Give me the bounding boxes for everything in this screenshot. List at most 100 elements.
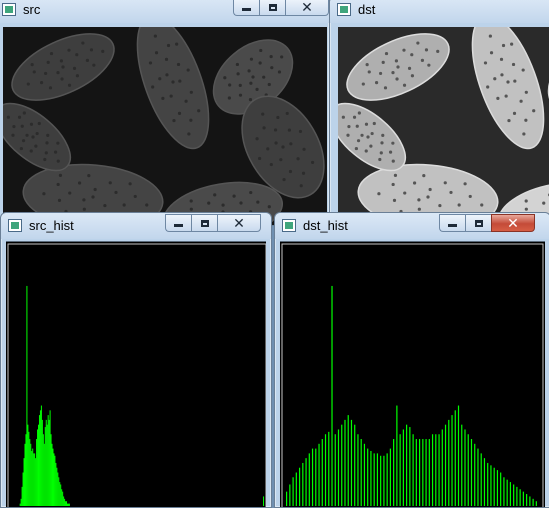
hist-bar xyxy=(474,443,476,506)
grain-pore xyxy=(420,58,425,62)
grain-pore xyxy=(364,149,368,153)
grain-pore xyxy=(511,62,516,67)
grain-pore xyxy=(391,159,395,163)
hist-bar xyxy=(360,439,362,506)
grain-pore xyxy=(402,48,406,52)
grain-pore xyxy=(372,121,376,126)
dst-hist-titlebar[interactable]: dst_hist ✕ xyxy=(275,213,549,239)
src-maximize-button[interactable] xyxy=(259,0,285,16)
dst-image xyxy=(338,27,549,225)
grain-pore xyxy=(542,201,546,205)
grain-pore xyxy=(89,48,94,52)
hist-bar xyxy=(526,494,528,506)
hist-bar xyxy=(34,453,36,506)
dst-hist-minimize-button[interactable] xyxy=(439,214,465,232)
src-hist-window[interactable]: src_hist ✕ xyxy=(0,212,272,508)
grain-pore xyxy=(267,82,271,87)
src-close-button[interactable]: ✕ xyxy=(285,0,329,16)
grain-pore xyxy=(488,34,492,38)
grain-pore xyxy=(277,70,282,74)
hist-bar xyxy=(61,489,63,506)
grain-pore xyxy=(87,173,91,178)
grain-pore xyxy=(417,198,421,202)
hist-bar xyxy=(38,415,40,506)
grain-pore xyxy=(22,111,26,115)
src-minimize-button[interactable] xyxy=(233,0,259,16)
hist-bar xyxy=(324,434,327,506)
grain-pore xyxy=(361,82,365,86)
grain-pore xyxy=(285,111,289,116)
grain-pore xyxy=(164,57,169,61)
hist-bar xyxy=(263,496,265,506)
hist-bar xyxy=(415,439,417,506)
hist-bar xyxy=(26,285,28,506)
hist-bar xyxy=(357,434,359,506)
hist-bar xyxy=(42,434,44,506)
grain-pore xyxy=(11,133,15,137)
grain-pore xyxy=(391,141,395,145)
hist-bar xyxy=(347,415,349,506)
dst-window-title: dst xyxy=(358,2,376,17)
hist-bar xyxy=(464,429,466,506)
src-hist-close-button[interactable]: ✕ xyxy=(217,214,261,232)
hist-bar xyxy=(344,419,346,506)
hist-bar xyxy=(444,424,447,506)
grain-pore xyxy=(524,118,528,122)
grain-pore xyxy=(391,71,395,75)
src-hist-chart xyxy=(6,241,266,507)
hist-bar xyxy=(54,455,56,506)
src-hist-maximize-button[interactable] xyxy=(191,214,217,232)
src-image-area xyxy=(3,27,327,225)
grain-pore xyxy=(395,77,399,81)
hist-bar xyxy=(532,498,534,506)
src-window[interactable]: src ✕ xyxy=(0,0,330,226)
grain-pore xyxy=(32,70,36,74)
grain-pore xyxy=(281,145,285,149)
dst-hist-maximize-button[interactable] xyxy=(465,214,491,232)
grain-pore xyxy=(12,125,16,129)
grain-pore xyxy=(175,42,179,46)
grain-pore xyxy=(238,93,243,97)
grain-pore xyxy=(43,157,47,162)
grain-pore xyxy=(39,81,44,85)
grain-pore xyxy=(29,122,34,126)
grain-pore xyxy=(46,133,50,137)
hist-bar xyxy=(53,453,55,506)
hist-bar xyxy=(441,429,443,506)
grain-pore xyxy=(213,193,217,197)
dst-hist-window[interactable]: dst_hist ✕ xyxy=(274,212,549,508)
src-hist-window-controls: ✕ xyxy=(165,214,261,234)
maximize-icon xyxy=(268,3,277,11)
grain-pore xyxy=(75,74,80,78)
maximize-icon xyxy=(200,219,209,227)
src-titlebar[interactable]: src ✕ xyxy=(0,0,329,23)
grain-pore xyxy=(298,129,303,134)
grain-pore xyxy=(35,131,39,136)
app-icon xyxy=(8,219,22,232)
grain-pore xyxy=(53,150,58,154)
grain-pore xyxy=(44,71,48,76)
grain-pore xyxy=(356,139,361,143)
hist-bar xyxy=(341,424,343,506)
grain-pore xyxy=(438,203,442,208)
hist-bar xyxy=(48,419,50,506)
grain-pore xyxy=(133,194,137,199)
grain-pore xyxy=(501,43,506,48)
dst-hist-close-button[interactable]: ✕ xyxy=(491,214,535,232)
hist-bar xyxy=(389,448,391,506)
grain-pore xyxy=(249,190,253,195)
dst-window[interactable]: dst xyxy=(329,0,549,226)
dst-titlebar[interactable]: dst xyxy=(330,0,549,23)
src-hist-titlebar[interactable]: src_hist ✕ xyxy=(1,213,271,239)
hist-bar xyxy=(529,496,531,506)
grain-pore xyxy=(258,61,262,65)
hist-bar xyxy=(321,439,323,506)
grain-pore xyxy=(20,124,24,128)
grain-pore xyxy=(463,182,467,186)
grain-pore xyxy=(392,198,397,202)
hist-bar xyxy=(37,429,39,506)
grain-pore xyxy=(44,151,48,155)
minimize-icon xyxy=(242,8,251,11)
src-hist-minimize-button[interactable] xyxy=(165,214,191,232)
grain-pore xyxy=(227,96,231,100)
